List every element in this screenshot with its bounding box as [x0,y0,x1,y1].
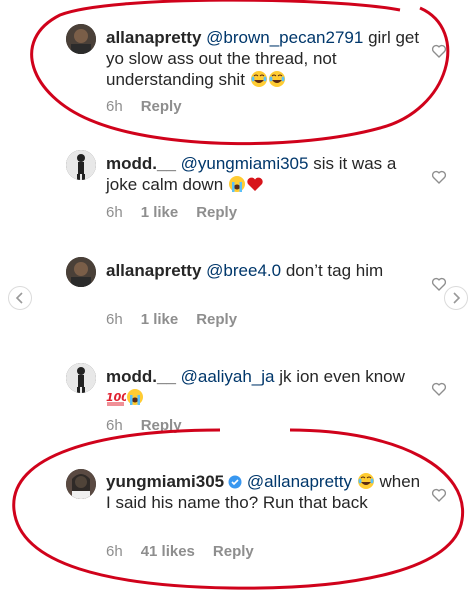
previous-arrow[interactable] [8,286,32,310]
comment-body: don’t tag him [285,261,384,280]
avatar[interactable] [66,363,96,393]
loudly-crying-face-icon [127,389,143,405]
mention[interactable]: @brown_pecan2791 [206,28,363,47]
comment-body: jk ion even know [279,367,405,386]
face-with-tears-of-joy-icon [250,71,267,87]
timestamp: 6h [106,204,123,221]
loudly-crying-face-icon [228,176,245,192]
heart-outline-icon[interactable] [430,168,448,186]
comment-meta: 6h 1 like Reply [106,204,237,221]
comment-meta: 6h 41 likes Reply [106,543,254,560]
timestamp: 6h [106,311,123,328]
red-heart-icon [247,177,263,191]
likes-count[interactable]: 1 like [141,204,179,221]
username[interactable]: allanapretty [106,28,201,47]
reply-button[interactable]: Reply [141,98,182,115]
comment-text: yungmiami305 @allanapretty when I said h… [106,471,422,513]
reply-button[interactable]: Reply [196,204,237,221]
face-with-tears-of-joy-icon [357,473,374,489]
avatar[interactable] [66,24,96,54]
comment-text: allanapretty @brown_pecan2791 girl get y… [106,27,422,90]
comment-meta: 6h 1 like Reply [106,311,237,328]
timestamp: 6h [106,417,123,434]
heart-outline-icon[interactable] [430,486,448,504]
avatar[interactable] [66,257,96,287]
chevron-left-icon [15,292,23,304]
mention[interactable]: @yungmiami305 [181,154,309,173]
reply-button[interactable]: Reply [196,311,237,328]
comment-meta: 6h Reply [106,417,182,434]
heart-outline-icon[interactable] [430,275,448,293]
svg-text:100: 100 [106,391,126,404]
reply-button[interactable]: Reply [213,543,254,560]
username[interactable]: modd.__ [106,367,176,386]
comment-text: allanapretty @bree4.0 don’t tag him [106,260,422,281]
reply-button[interactable]: Reply [141,417,182,434]
heart-outline-icon[interactable] [430,42,448,60]
comment-text: modd.__ @aaliyah_ja jk ion even know 100 [106,366,422,408]
username[interactable]: yungmiami305 [106,472,224,491]
timestamp: 6h [106,543,123,560]
comment-text: modd.__ @yungmiami305 sis it was a joke … [106,153,422,195]
timestamp: 6h [106,98,123,115]
mention[interactable]: @aaliyah_ja [181,367,275,386]
heart-outline-icon[interactable] [430,380,448,398]
mention[interactable]: @allanapretty [247,472,352,491]
username[interactable]: modd.__ [106,154,176,173]
likes-count[interactable]: 1 like [141,311,179,328]
hundred-points-icon: 100 [106,391,126,406]
comment-meta: 6h Reply [106,98,182,115]
verified-badge-icon [228,475,242,489]
face-with-tears-of-joy-icon [268,71,285,87]
avatar[interactable] [66,150,96,180]
mention[interactable]: @bree4.0 [206,261,281,280]
likes-count[interactable]: 41 likes [141,543,195,560]
chevron-right-icon [453,292,461,304]
avatar[interactable] [66,469,96,499]
username[interactable]: allanapretty [106,261,201,280]
